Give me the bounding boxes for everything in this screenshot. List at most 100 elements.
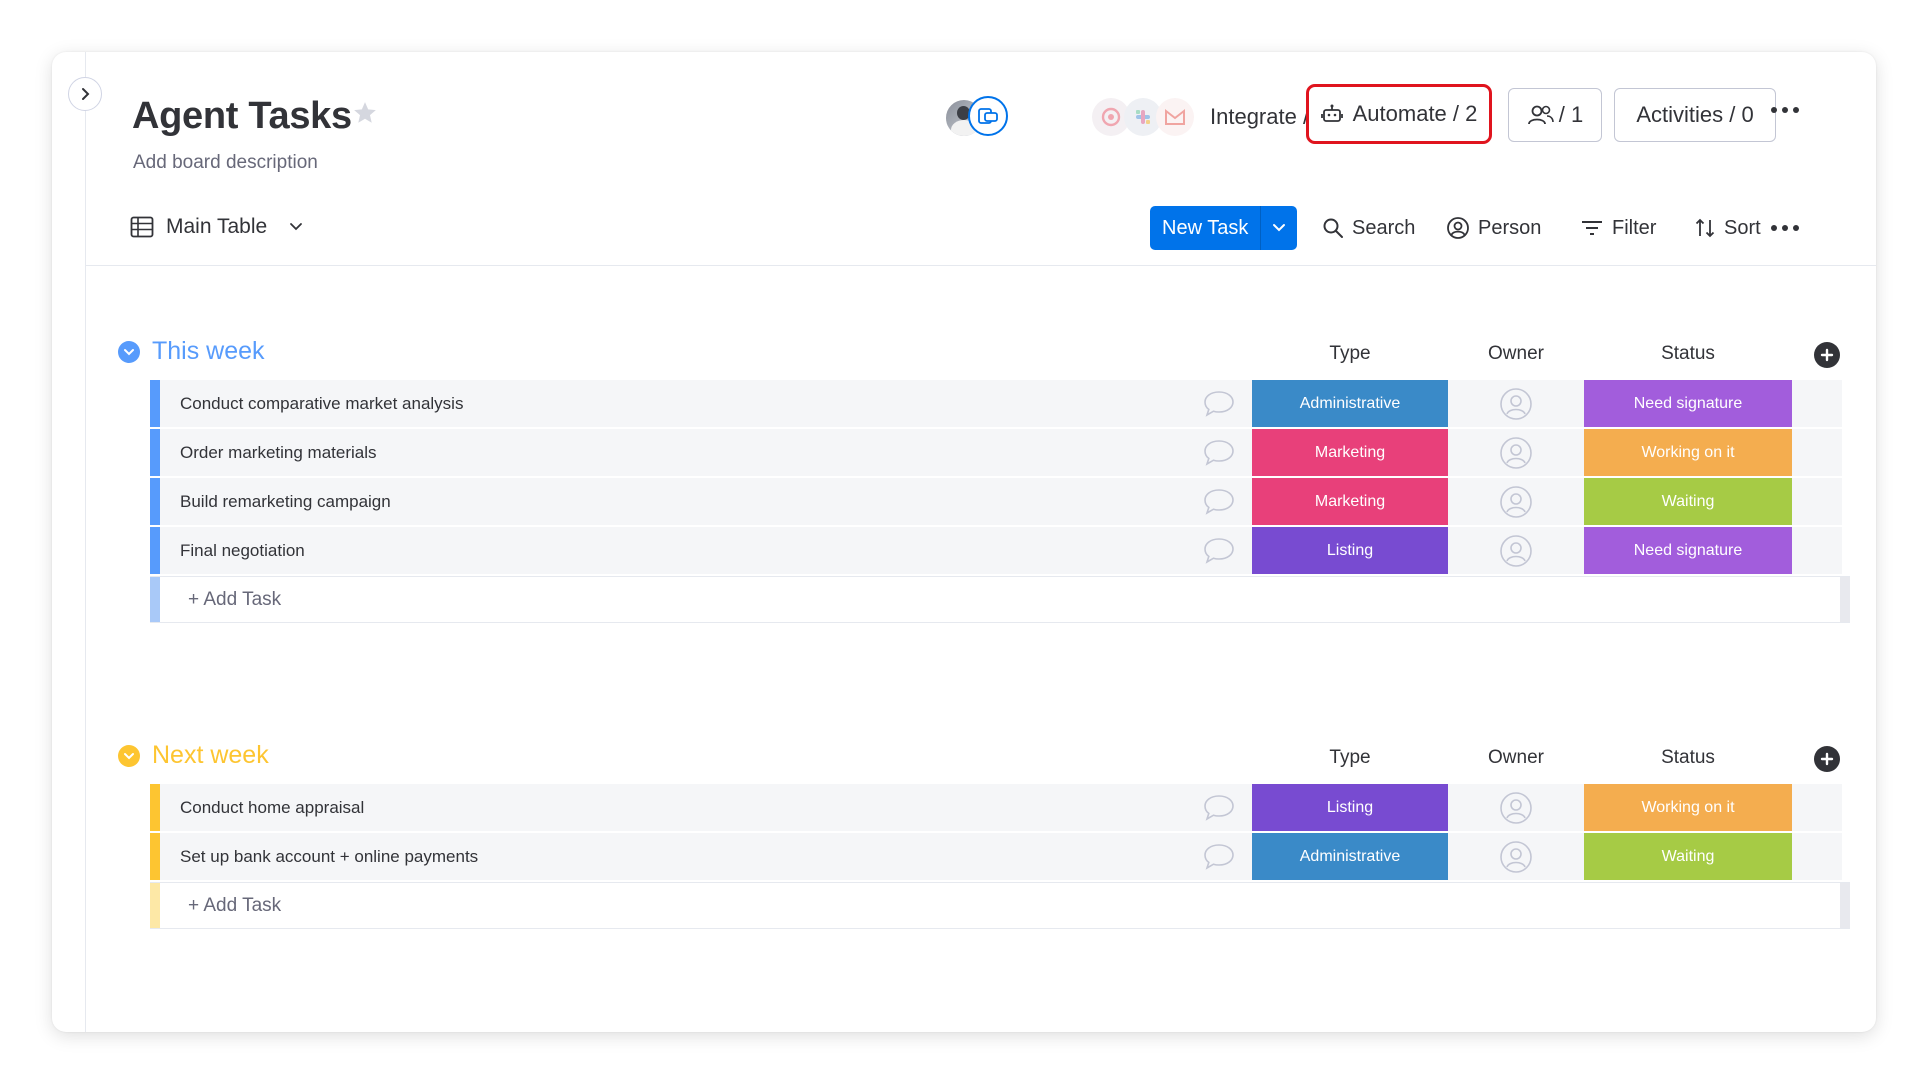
table-row[interactable]: Build remarketing campaign Marketing Wai… xyxy=(150,478,1842,525)
chat-bubble-icon[interactable] xyxy=(1202,389,1236,419)
type-cell[interactable]: Marketing xyxy=(1252,429,1448,476)
person-icon xyxy=(1447,217,1469,239)
chat-bubble-icon[interactable] xyxy=(1202,793,1236,823)
status-cell[interactable]: Waiting xyxy=(1584,833,1792,880)
person-filter-button[interactable]: Person xyxy=(1446,212,1541,244)
owner-cell[interactable] xyxy=(1450,784,1582,831)
group-color-bar xyxy=(150,478,160,525)
chat-bubble-icon[interactable] xyxy=(1202,487,1236,517)
filter-icon xyxy=(1582,221,1602,235)
status-cell[interactable]: Working on it xyxy=(1584,429,1792,476)
column-header-status[interactable]: Status xyxy=(1584,747,1792,769)
chevron-down-icon xyxy=(124,752,134,759)
group-color-bar xyxy=(150,577,160,622)
group-color-bar xyxy=(150,833,160,880)
group-title[interactable]: Next week xyxy=(152,741,269,770)
person-placeholder-icon xyxy=(1500,534,1532,567)
type-cell[interactable]: Administrative xyxy=(1252,833,1448,880)
task-name[interactable]: Conduct comparative market analysis xyxy=(180,380,463,427)
plus-icon xyxy=(1820,348,1834,362)
chat-bubble-icon[interactable] xyxy=(1202,438,1236,468)
column-header-owner[interactable]: Owner xyxy=(1450,343,1582,365)
status-cell[interactable]: Need signature xyxy=(1584,380,1792,427)
group-collapse-toggle[interactable] xyxy=(118,340,140,363)
group-color-bar xyxy=(150,883,160,928)
status-cell[interactable]: Waiting xyxy=(1584,478,1792,525)
chat-bubble-icon[interactable] xyxy=(1202,536,1236,566)
table-row[interactable]: Set up bank account + online payments Ad… xyxy=(150,833,1842,880)
expand-sidebar-button[interactable] xyxy=(68,77,102,111)
column-header-type[interactable]: Type xyxy=(1252,747,1448,769)
filter-label: Filter xyxy=(1612,216,1657,239)
column-header-owner[interactable]: Owner xyxy=(1450,747,1582,769)
group-collapse-toggle[interactable] xyxy=(118,744,140,767)
status-cell[interactable]: Need signature xyxy=(1584,527,1792,574)
add-task-row: + Add Task xyxy=(150,882,1850,929)
guest-avatar xyxy=(968,96,1008,136)
person-placeholder-icon xyxy=(1500,387,1532,420)
activities-button[interactable]: Activities / 0 xyxy=(1614,88,1776,142)
task-name[interactable]: Conduct home appraisal xyxy=(180,784,364,831)
add-column-button[interactable] xyxy=(1814,342,1840,368)
table-row[interactable]: Order marketing materials Marketing Work… xyxy=(150,429,1842,476)
table-row[interactable]: Conduct comparative market analysis Admi… xyxy=(150,380,1842,427)
type-cell[interactable]: Administrative xyxy=(1252,380,1448,427)
person-placeholder-icon xyxy=(1500,436,1532,469)
group-color-bar xyxy=(150,527,160,574)
automate-label: Automate / 2 xyxy=(1352,101,1478,126)
owner-cell[interactable] xyxy=(1450,380,1582,427)
chevron-down-icon xyxy=(124,348,134,355)
task-name[interactable]: Final negotiation xyxy=(180,527,305,574)
search-button[interactable]: Search xyxy=(1322,212,1415,244)
chat-bubble-icon[interactable] xyxy=(1202,842,1236,872)
star-icon[interactable] xyxy=(352,100,378,131)
status-cell[interactable]: Working on it xyxy=(1584,784,1792,831)
add-task-button[interactable]: + Add Task xyxy=(188,577,281,622)
task-name[interactable]: Set up bank account + online payments xyxy=(180,833,478,880)
board-title[interactable]: Agent Tasks xyxy=(132,95,352,138)
filter-button[interactable]: Filter xyxy=(1580,212,1656,244)
chevron-down-icon[interactable] xyxy=(285,220,307,234)
owner-cell[interactable] xyxy=(1450,527,1582,574)
type-cell[interactable]: Marketing xyxy=(1252,478,1448,525)
table-row[interactable]: Final negotiation Listing Need signature xyxy=(150,527,1842,574)
automate-button[interactable]: Automate / 2 xyxy=(1306,84,1492,144)
people-icon xyxy=(1527,105,1554,125)
board-description[interactable]: Add board description xyxy=(133,152,318,174)
add-task-button[interactable]: + Add Task xyxy=(188,883,281,928)
board-menu-icon[interactable] xyxy=(1767,100,1803,120)
table-row[interactable]: Conduct home appraisal Listing Working o… xyxy=(150,784,1842,831)
board-card: Agent Tasks Add board description Integr… xyxy=(52,52,1876,1032)
new-task-button[interactable]: New Task xyxy=(1150,206,1261,250)
owner-cell[interactable] xyxy=(1450,478,1582,525)
robot-icon xyxy=(1320,104,1343,122)
task-name[interactable]: Build remarketing campaign xyxy=(180,478,391,525)
sort-button[interactable]: Sort xyxy=(1694,212,1761,244)
share-board-icon xyxy=(978,108,998,124)
group-header-this-week: This week xyxy=(118,337,265,366)
integration-icons[interactable] xyxy=(1092,94,1196,138)
column-header-status[interactable]: Status xyxy=(1584,343,1792,365)
person-placeholder-icon xyxy=(1500,485,1532,518)
search-icon xyxy=(1323,218,1343,238)
column-header-type[interactable]: Type xyxy=(1252,343,1448,365)
search-label: Search xyxy=(1352,216,1416,239)
group-title[interactable]: This week xyxy=(152,337,265,366)
group-color-bar xyxy=(150,429,160,476)
owner-cell[interactable] xyxy=(1450,833,1582,880)
type-cell[interactable]: Listing xyxy=(1252,527,1448,574)
toolbar-menu-icon[interactable] xyxy=(1767,218,1803,238)
board-members-avatars[interactable] xyxy=(944,94,1014,138)
gmail-icon xyxy=(1156,98,1194,136)
owner-cell[interactable] xyxy=(1450,429,1582,476)
add-task-row: + Add Task xyxy=(150,576,1850,623)
task-name[interactable]: Order marketing materials xyxy=(180,429,377,476)
add-column-button[interactable] xyxy=(1814,746,1840,772)
invite-members-button[interactable]: / 1 xyxy=(1508,88,1602,142)
type-cell[interactable]: Listing xyxy=(1252,784,1448,831)
members-count: / 1 xyxy=(1558,102,1584,127)
view-tab-label: Main Table xyxy=(166,215,268,238)
new-task-dropdown-button[interactable] xyxy=(1260,206,1298,250)
group-color-bar xyxy=(150,380,160,427)
view-tab-main-table[interactable]: Main Table xyxy=(130,212,307,242)
